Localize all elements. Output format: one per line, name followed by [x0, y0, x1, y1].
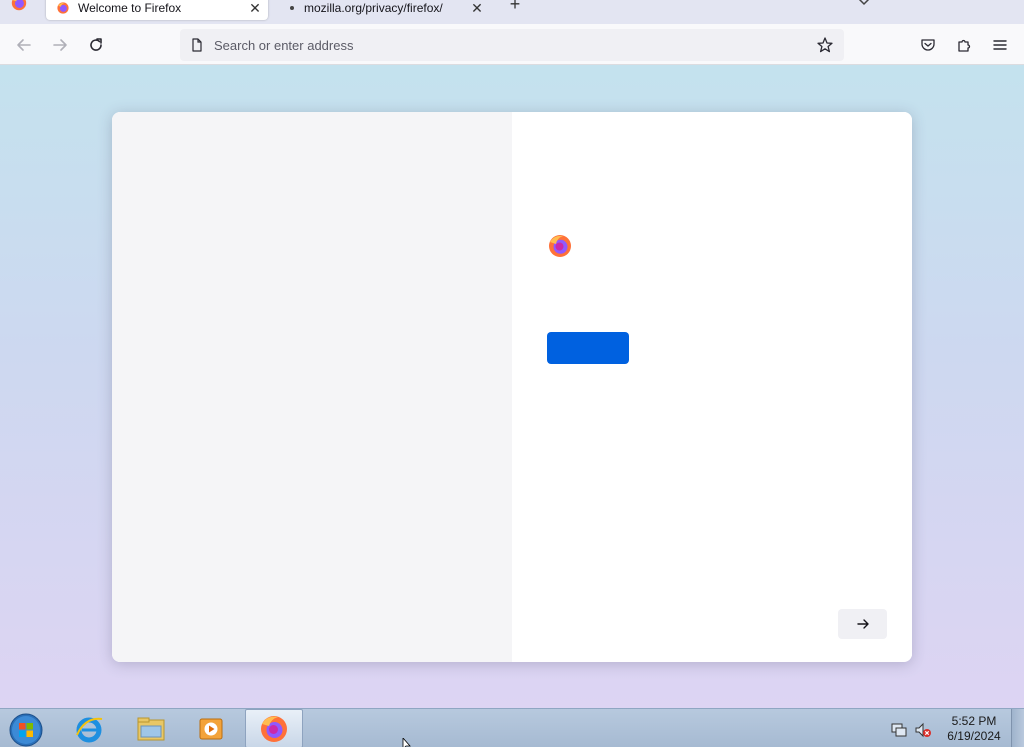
taskbar-internet-explorer[interactable]	[60, 709, 118, 747]
reload-icon	[90, 38, 102, 51]
windows-taskbar: 5:52 PM 6/19/2024	[0, 708, 1024, 747]
bookmark-star-icon[interactable]	[816, 36, 834, 54]
url-bar[interactable]	[180, 29, 844, 61]
clock-time: 5:52 PM	[951, 714, 997, 728]
forward-arrow-icon	[53, 39, 67, 51]
taskbar-file-explorer[interactable]	[122, 709, 180, 747]
pocket-button[interactable]	[915, 32, 941, 58]
tab-strip: Welcome to Firefox ✕ mozilla.org/privacy…	[0, 0, 1024, 24]
tab-close-icon[interactable]: ✕	[466, 0, 488, 18]
firefox-icon	[261, 715, 287, 742]
tab-title: mozilla.org/privacy/firefox/	[304, 1, 443, 15]
media-player-icon	[199, 718, 223, 739]
page-icon	[192, 38, 202, 52]
volume-muted-icon[interactable]	[914, 721, 932, 739]
list-all-tabs-chevron-icon[interactable]	[855, 0, 873, 8]
primary-action-button[interactable]	[547, 332, 629, 364]
clock-date: 6/19/2024	[947, 729, 1001, 743]
app-menu-button[interactable]	[987, 32, 1013, 58]
pocket-icon	[921, 39, 935, 51]
arrow-right-icon	[856, 619, 869, 629]
next-step-button[interactable]	[838, 609, 887, 639]
tab-welcome-to-firefox[interactable]: Welcome to Firefox ✕	[46, 0, 268, 20]
tab-title: Welcome to Firefox	[78, 1, 182, 15]
back-arrow-icon	[17, 39, 31, 51]
extensions-button[interactable]	[951, 32, 977, 58]
new-tab-button[interactable]: +	[505, 0, 525, 14]
tab-close-icon[interactable]: ✕	[244, 0, 266, 18]
system-clock[interactable]: 5:52 PM 6/19/2024	[940, 714, 1008, 744]
tab-mozilla-privacy[interactable]: mozilla.org/privacy/firefox/ ✕	[280, 0, 490, 20]
network-icon[interactable]	[890, 721, 908, 739]
firefox-favicon-icon	[57, 2, 69, 14]
mouse-cursor-icon	[402, 738, 411, 747]
firefox-menu-icon[interactable]	[10, 0, 28, 12]
address-input[interactable]	[214, 29, 794, 61]
show-desktop-button[interactable]	[1011, 709, 1024, 747]
firefox-logo-icon	[549, 235, 571, 257]
onboarding-text-panel	[512, 112, 912, 657]
onboarding-illustration-panel	[112, 112, 512, 662]
back-button[interactable]	[11, 32, 37, 58]
loading-dot-icon	[290, 6, 294, 10]
taskbar-media-player[interactable]	[182, 709, 240, 747]
extensions-puzzle-icon	[958, 39, 971, 52]
file-explorer-icon	[137, 717, 165, 740]
page-content	[0, 65, 1024, 708]
taskbar-firefox[interactable]	[245, 709, 303, 747]
start-orb-icon[interactable]	[6, 710, 46, 747]
forward-button[interactable]	[47, 32, 73, 58]
navigation-toolbar	[0, 24, 1024, 65]
internet-explorer-icon	[76, 717, 103, 742]
reload-button[interactable]	[83, 32, 109, 58]
hamburger-menu-icon	[993, 40, 1007, 50]
onboarding-card	[112, 112, 912, 662]
